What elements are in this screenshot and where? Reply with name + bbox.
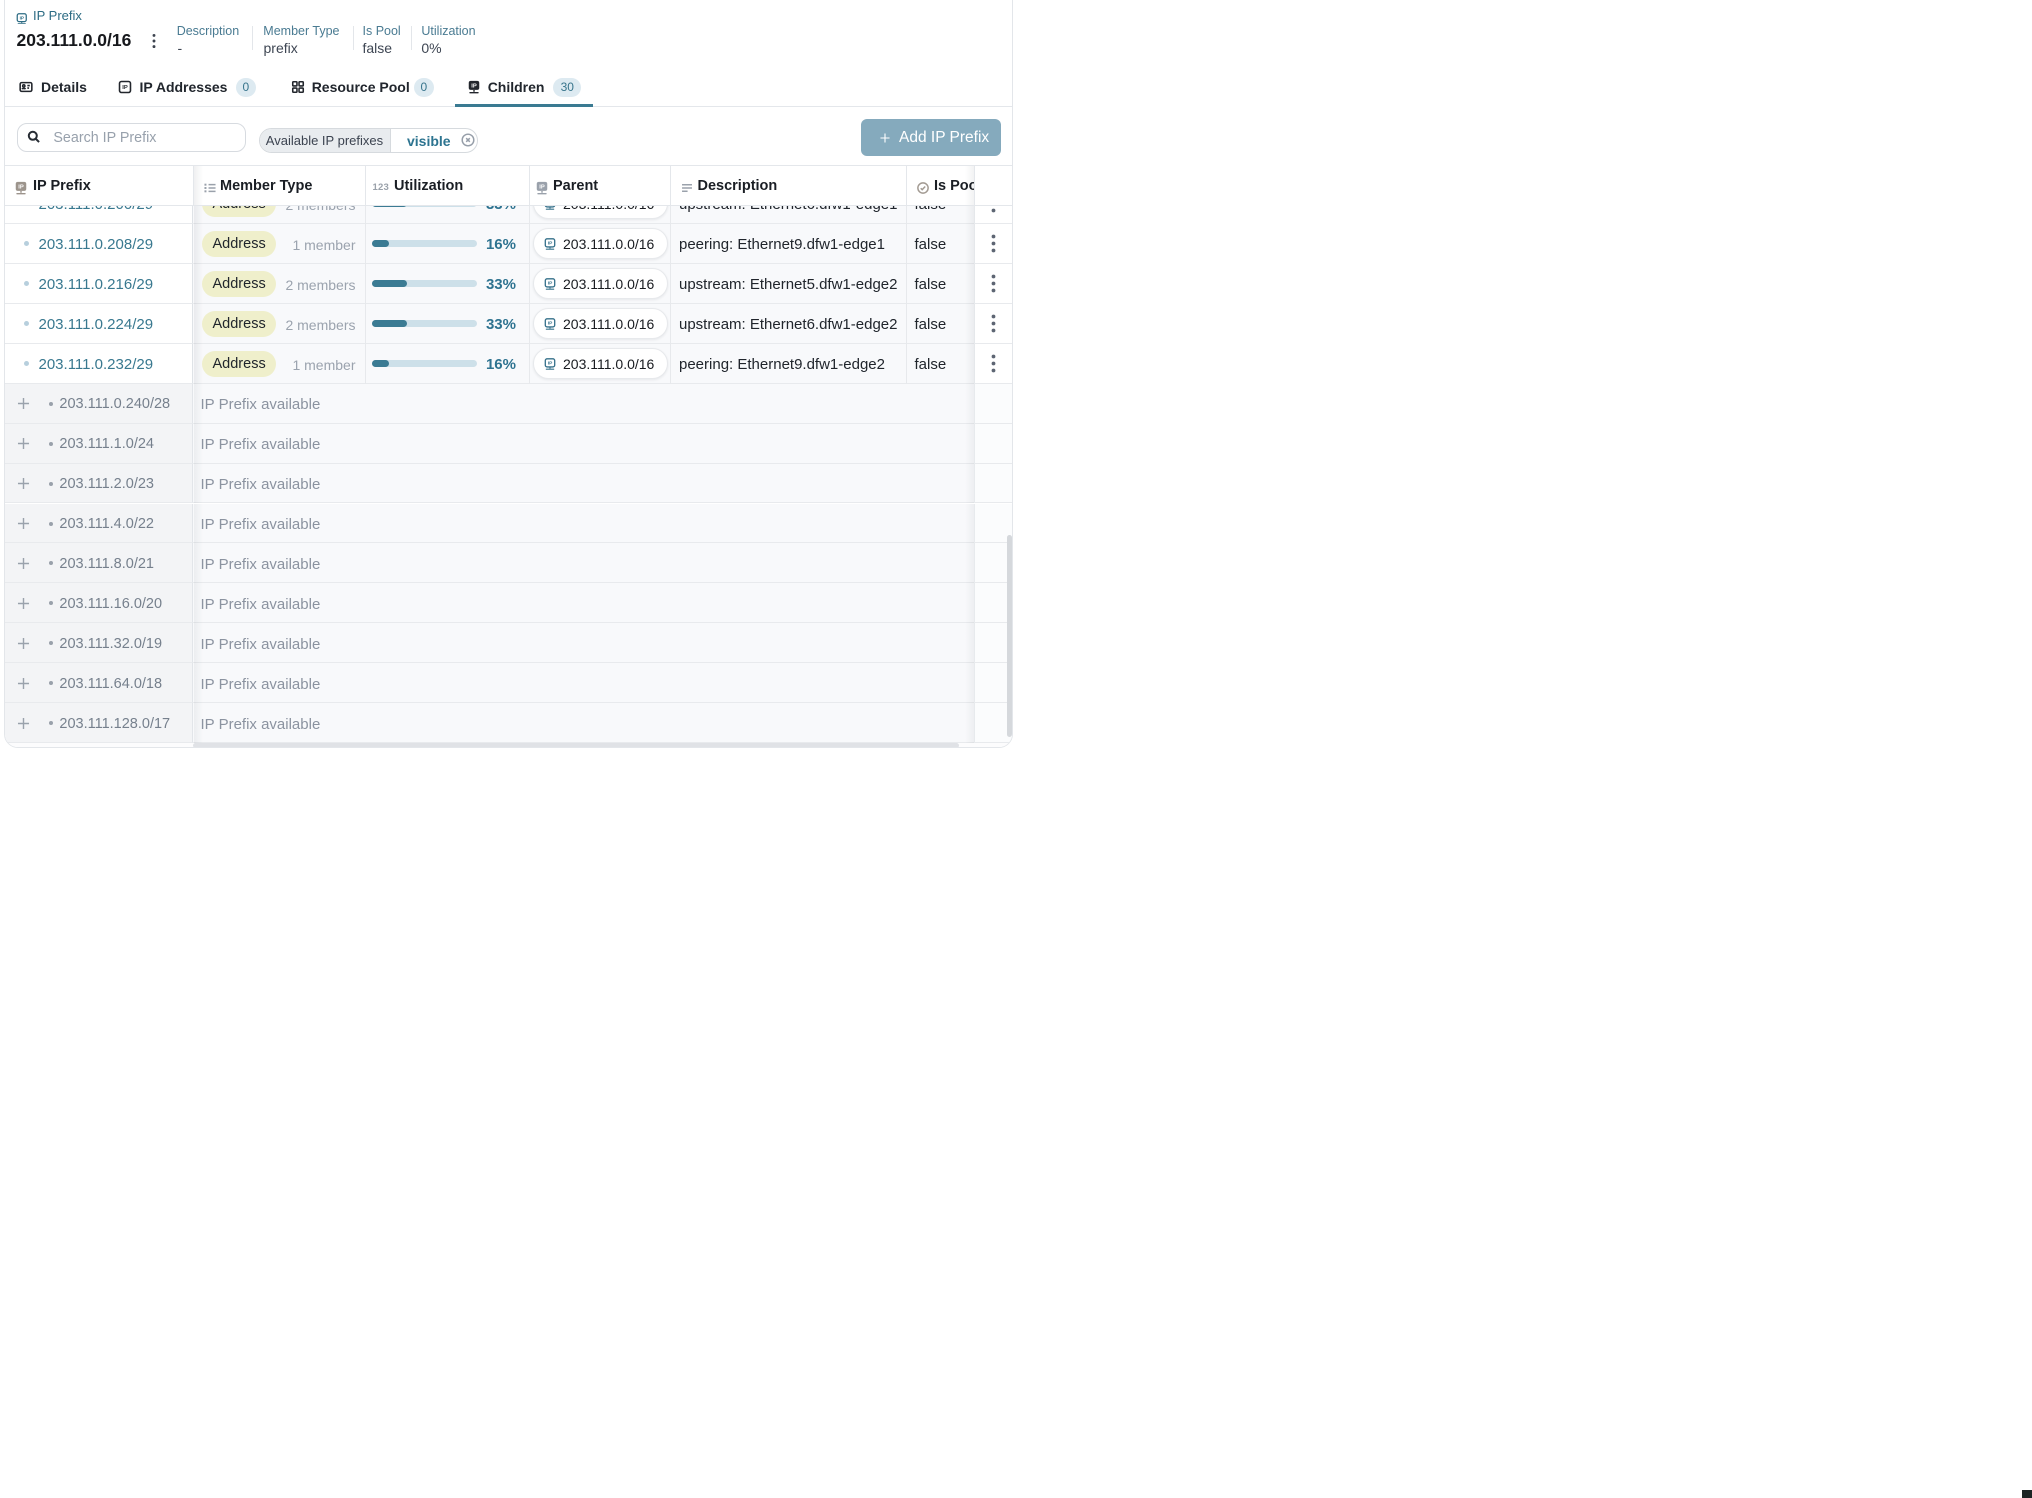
svg-text:IP: IP [539,184,545,190]
svg-text:IP: IP [18,184,24,190]
svg-text:IP: IP [548,280,553,286]
svg-text:IP: IP [548,241,553,247]
svg-text:IP: IP [548,360,553,366]
svg-text:IP: IP [548,320,553,326]
svg-text:IP: IP [19,15,23,20]
svg-text:IP: IP [472,84,478,90]
svg-text:IP: IP [122,85,128,91]
